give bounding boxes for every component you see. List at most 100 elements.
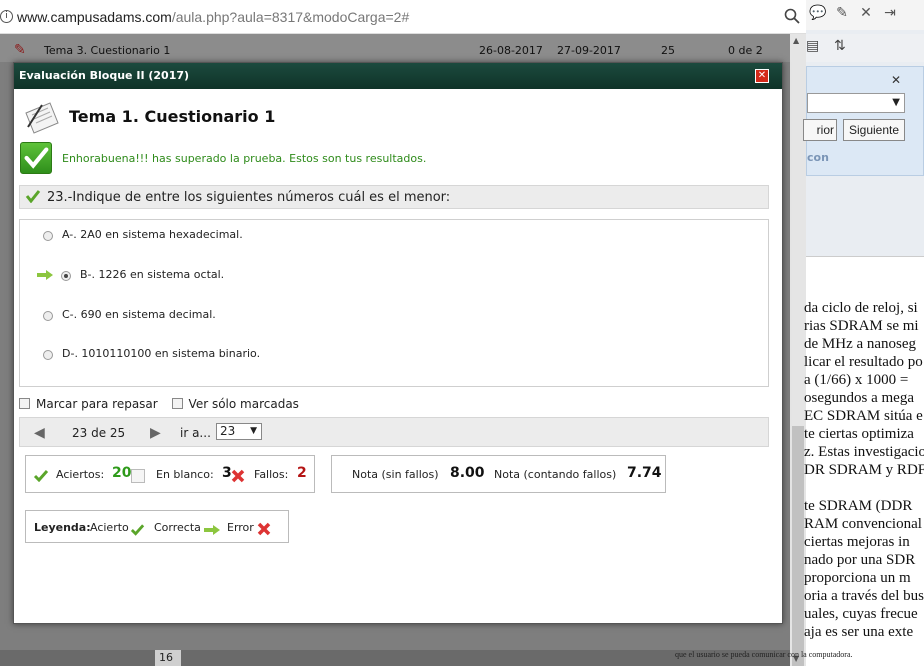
- page-icon[interactable]: ▤: [806, 38, 819, 54]
- document-line: te ciertas optimiza: [804, 426, 914, 442]
- document-line: ciertas mejoras in: [804, 534, 910, 550]
- document-line: licar el resultado po: [804, 354, 923, 370]
- answer-label: D-. 1010110100 en sistema binario.: [62, 347, 261, 360]
- next-question-icon[interactable]: ▶: [150, 425, 161, 441]
- results-counts: Aciertos: 20 En blanco: 3 Fallos: 2: [25, 455, 315, 493]
- success-message: Enhorabuena!!! has superado la prueba. E…: [62, 152, 427, 165]
- document-footer: que el usuario se pueda comunicar con la…: [675, 650, 853, 659]
- document-line: uales, cuyas frecue: [804, 606, 918, 622]
- mark-review-checkbox[interactable]: [19, 398, 30, 409]
- delete-icon[interactable]: ✕: [856, 3, 876, 23]
- question-navigation: ◀ 23 de 25 ▶ ir a... 23 ▼: [19, 417, 769, 447]
- document-page: da ciclo de reloj, si rias SDRAM se mi de …: [804, 256, 924, 666]
- question-text: 23.-Indique de entre los siguientes núme…: [47, 190, 451, 205]
- legend: Leyenda: Acierto Correcta Error: [25, 510, 289, 543]
- document-line: de MHz a nanoseg: [804, 336, 917, 352]
- find-option-label: con: [807, 151, 829, 164]
- goto-label: ir a...: [180, 426, 211, 440]
- fallos-label: Fallos:: [254, 468, 289, 481]
- scroll-thumb[interactable]: [792, 426, 804, 666]
- fallos-value: 2: [297, 465, 307, 481]
- legend-check-icon: [130, 524, 145, 536]
- question-bar: 23.-Indique de entre los siguientes núme…: [19, 185, 769, 209]
- document-line: z. Estas investigacio: [804, 444, 924, 460]
- answer-option-selected[interactable]: B-. 1226 en sistema octal.: [20, 268, 760, 286]
- aciertos-label: Aciertos:: [56, 468, 105, 481]
- fit-page-icon[interactable]: ⇅: [834, 38, 846, 54]
- evaluation-dialog: Evaluación Bloque II (2017) ✕ Tema 1. Cu…: [13, 62, 783, 624]
- answer-radio[interactable]: [43, 311, 53, 321]
- row-date-end: 27-09-2017: [557, 44, 621, 57]
- question-position: 23 de 25: [72, 426, 126, 440]
- pencil-icon: ✎: [14, 42, 26, 58]
- blanco-label: En blanco:: [156, 468, 214, 481]
- find-next-button[interactable]: Siguiente: [843, 119, 905, 141]
- chevron-down-icon: ▼: [250, 426, 257, 436]
- url-text[interactable]: www.campusadams.com/aula.php?aula=8317&m…: [17, 9, 409, 25]
- nota-sin-label: Nota (sin fallos): [352, 468, 439, 481]
- answer-label: A-. 2A0 en sistema hexadecimal.: [62, 228, 243, 241]
- find-panel: ✕ ▼ rior Siguiente con: [803, 66, 924, 176]
- legend-correcta: Correcta: [154, 521, 201, 534]
- mark-review-label: Marcar para repasar: [36, 397, 158, 411]
- document-line: proporciona un m: [804, 570, 911, 586]
- scroll-up-icon[interactable]: ▲: [793, 36, 799, 45]
- legend-x-icon: [257, 522, 271, 536]
- nota-sin-value: 8.00: [450, 465, 485, 481]
- address-bar[interactable]: i www.campusadams.com/aula.php?aula=8317…: [0, 0, 806, 34]
- dialog-title: Evaluación Bloque II (2017): [14, 63, 782, 89]
- document-line: DR SDRAM y RDF: [804, 462, 924, 478]
- acierto-check-icon: [33, 470, 49, 482]
- document-line: a (1/66) x 1000 =: [804, 372, 909, 388]
- edit-icon[interactable]: ✎: [832, 3, 852, 23]
- aciertos-value: 20: [112, 465, 132, 481]
- answer-radio[interactable]: [43, 231, 53, 241]
- success-check-icon: [20, 142, 52, 174]
- correct-check-icon: [25, 190, 41, 203]
- document-line: te SDRAM (DDR: [804, 498, 913, 514]
- correct-arrow-icon: [37, 270, 53, 280]
- row-date-start: 26-08-2017: [479, 44, 543, 57]
- results-grades: Nota (sin fallos) 8.00 Nota (contando fa…: [331, 455, 666, 493]
- answer-label: B-. 1226 en sistema octal.: [80, 268, 225, 281]
- row-title: Tema 3. Cuestionario 1: [44, 44, 171, 57]
- document-line: RAM convencional: [804, 516, 922, 532]
- legend-title: Leyenda:: [34, 521, 91, 534]
- background-bottom-strip: [0, 650, 790, 666]
- questionnaire-icon: [25, 102, 59, 134]
- show-marked-checkbox[interactable]: [171, 398, 183, 409]
- document-text: da ciclo de reloj, si rias SDRAM se mi de …: [804, 299, 924, 641]
- error-x-icon: [231, 469, 245, 483]
- answer-label: C-. 690 en sistema decimal.: [62, 308, 216, 321]
- document-line: nado por una SDR: [804, 552, 916, 568]
- row-number: 16: [155, 650, 181, 666]
- row-progress: 0 de 2: [728, 44, 763, 57]
- legend-error: Error: [227, 521, 254, 534]
- legend-acierto: Acierto: [90, 521, 129, 534]
- nota-con-value: 7.74: [627, 465, 662, 481]
- answer-radio-selected[interactable]: [61, 271, 71, 281]
- legend-arrow-icon: [204, 525, 220, 535]
- answers-box: A-. 2A0 en sistema hexadecimal. B-. 1226…: [19, 219, 769, 387]
- viewer-toolbar: 💬 ✎ ✕ ⇥: [806, 0, 924, 30]
- info-icon[interactable]: i: [0, 10, 13, 23]
- row-count: 25: [661, 44, 675, 57]
- previous-question-icon[interactable]: ◀: [34, 425, 45, 441]
- find-previous-button[interactable]: rior: [803, 119, 837, 141]
- export-icon[interactable]: ⇥: [880, 3, 900, 23]
- find-select[interactable]: ▼: [807, 93, 905, 113]
- goto-select[interactable]: 23 ▼: [216, 423, 262, 440]
- close-icon[interactable]: ✕: [891, 73, 901, 87]
- document-viewer: 💬 ✎ ✕ ⇥ ▤ ⇅ ✕ ▼ rior Siguiente con da ciclo…: [803, 0, 924, 666]
- show-marked-label: Ver sólo marcadas: [188, 397, 299, 411]
- answer-radio[interactable]: [43, 350, 53, 360]
- zoom-icon[interactable]: [784, 8, 800, 24]
- document-line: oria a través del bus: [804, 588, 924, 604]
- blank-icon: [131, 469, 145, 483]
- dialog-close-button[interactable]: ✕: [755, 69, 769, 83]
- comment-icon[interactable]: 💬: [808, 3, 828, 23]
- document-line: da ciclo de reloj, si: [804, 300, 918, 316]
- document-line: osegundos a mega: [804, 390, 914, 406]
- document-line: EC SDRAM sitúa e: [804, 408, 923, 424]
